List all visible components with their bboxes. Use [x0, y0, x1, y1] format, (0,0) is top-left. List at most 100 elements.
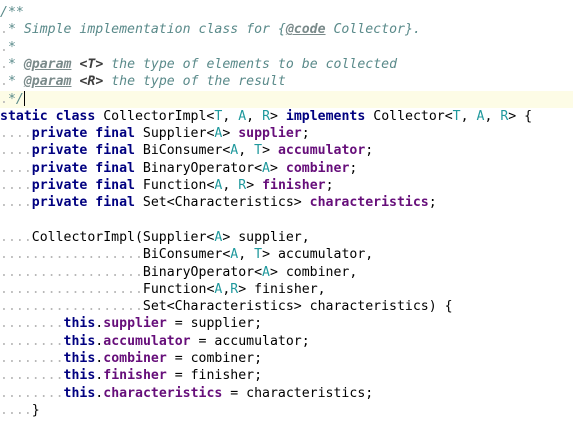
code-line[interactable]: /**: [0, 4, 573, 21]
code-text: BiConsumer<: [134, 143, 231, 159]
indent-whitespace: ........: [0, 368, 64, 384]
indent-whitespace: ........: [0, 351, 64, 366]
code-text: ;: [365, 143, 374, 159]
code-keyword: private final: [31, 178, 135, 193]
indent-whitespace: .: [0, 74, 8, 90]
code-keyword: static class: [0, 108, 96, 124]
code-line[interactable]: .* @param <T> the type of elements to be…: [0, 56, 573, 73]
code-line[interactable]: .*: [0, 39, 573, 56]
code-field: supplier: [103, 316, 167, 332]
code-text: Set<Characteristics>: [134, 195, 310, 211]
code-line[interactable]: ....private final Function<A, R> finishe…: [0, 177, 573, 194]
code-editor[interactable]: /** .* Simple implementation class for {@…: [0, 0, 573, 425]
code-type-parameter: R: [262, 108, 271, 124]
code-line[interactable]: ....}: [0, 402, 573, 419]
code-keyword: implements: [285, 108, 366, 124]
indent-whitespace: ....: [0, 160, 32, 176]
code-text: Function<: [142, 281, 215, 297]
text-caret: [23, 91, 25, 106]
code-text: = supplier;: [166, 316, 263, 332]
code-line[interactable]: .*/: [0, 90, 573, 108]
code-line[interactable]: ..................Function<A,R> finisher…: [0, 281, 573, 298]
code-line[interactable]: ..................BinaryOperator<A> comb…: [0, 264, 573, 281]
code-line[interactable]: ........this.accumulator = accumulator;: [0, 333, 573, 350]
indent-whitespace: ..................: [0, 264, 143, 280]
code-text: = combiner;: [166, 351, 263, 366]
code-text: Function<: [134, 178, 215, 193]
code-text: ,: [222, 108, 239, 124]
code-line[interactable]: ....CollectorImpl(Supplier<A> supplier,: [0, 229, 573, 246]
code-keyword: this: [63, 368, 96, 384]
code-type-parameter: T: [254, 247, 263, 263]
code-text: ,: [222, 178, 239, 193]
code-text: > accumulator,: [262, 247, 374, 263]
code-type-parameter: T: [452, 108, 461, 124]
code-field: accumulator: [103, 333, 191, 349]
doc-comment-param: <R>: [79, 74, 104, 90]
indent-whitespace: ..................: [0, 281, 143, 297]
code-keyword: private final: [31, 126, 135, 142]
code-line[interactable]: static class CollectorImpl< T, A, R> impl…: [0, 108, 573, 125]
code-line[interactable]: ....private final BiConsumer<A, T> accum…: [0, 142, 573, 159]
doc-comment-param: <T>: [79, 56, 104, 72]
code-text: CollectorImpl(Supplier<: [31, 229, 215, 245]
code-line[interactable]: .* @param <R> the type of the result: [0, 73, 573, 90]
indent-whitespace: ........: [0, 333, 64, 349]
code-text: > {: [508, 108, 533, 124]
code-text: >: [222, 126, 239, 142]
code-text: ,: [238, 247, 255, 263]
code-field: accumulator: [277, 143, 366, 159]
indent-whitespace: .: [0, 91, 8, 107]
code-keyword: private final: [31, 195, 135, 211]
doc-comment-text: *: [7, 56, 24, 72]
code-line[interactable]: ........this.combiner = combiner;: [0, 350, 573, 367]
code-text: >: [269, 160, 286, 176]
code-line[interactable]: ........this.finisher = finisher;: [0, 367, 573, 384]
code-text: BinaryOperator<: [142, 264, 263, 280]
doc-comment-tag: @code: [285, 22, 326, 38]
code-line[interactable]: [0, 212, 573, 229]
indent-whitespace: ....: [0, 402, 32, 418]
doc-comment-text: * Simple implementation class for {: [7, 22, 286, 38]
code-text: ;: [325, 178, 334, 193]
code-keyword: this: [63, 351, 96, 366]
code-type-parameter: A: [262, 264, 270, 280]
code-text: BiConsumer<: [142, 247, 231, 263]
code-text: ,: [238, 143, 255, 159]
code-keyword: this: [63, 385, 96, 401]
code-text: Supplier<: [134, 126, 215, 142]
doc-comment-tag: @param: [23, 56, 72, 72]
code-text: ,: [460, 108, 477, 124]
code-line[interactable]: ....private final Supplier<A> supplier;: [0, 125, 573, 142]
code-line[interactable]: ..................Set<Characteristics> c…: [0, 298, 573, 315]
indent-whitespace: ....: [0, 229, 32, 245]
code-field: finisher: [103, 368, 167, 384]
indent-whitespace: .: [0, 22, 8, 38]
code-line[interactable]: .* Simple implementation class for {@cod…: [0, 21, 573, 38]
code-type-parameter: T: [254, 143, 263, 159]
code-text: = finisher;: [166, 368, 263, 384]
code-line[interactable]: ..................BiConsumer<A, T> accum…: [0, 246, 573, 263]
code-text: = characteristics;: [222, 385, 374, 401]
code-text: >: [262, 143, 278, 159]
doc-comment-text: */: [7, 91, 24, 107]
code-text: BinaryOperator<: [134, 160, 263, 176]
code-field: supplier: [238, 126, 302, 142]
code-text: > combiner,: [269, 264, 358, 280]
indent-whitespace: ........: [0, 316, 64, 332]
code-text: Collector<: [365, 108, 453, 124]
code-text: ,: [484, 108, 501, 124]
indent-whitespace: ....: [0, 126, 32, 142]
code-line[interactable]: ........this.characteristics = character…: [0, 385, 573, 402]
code-text: CollectorImpl<: [95, 108, 215, 124]
code-line[interactable]: ....private final BinaryOperator<A> comb…: [0, 160, 573, 177]
indent-whitespace: .: [0, 39, 8, 55]
code-type-parameter: A: [262, 160, 270, 176]
doc-comment-tag: @param: [23, 74, 72, 90]
code-text: ;: [301, 126, 310, 142]
code-line[interactable]: ........this.supplier = supplier;: [0, 315, 573, 332]
code-text: > supplier,: [222, 229, 310, 245]
doc-comment-text: *: [7, 74, 24, 90]
indent-whitespace: ........: [0, 385, 64, 401]
code-line[interactable]: ....private final Set<Characteristics> c…: [0, 194, 573, 211]
